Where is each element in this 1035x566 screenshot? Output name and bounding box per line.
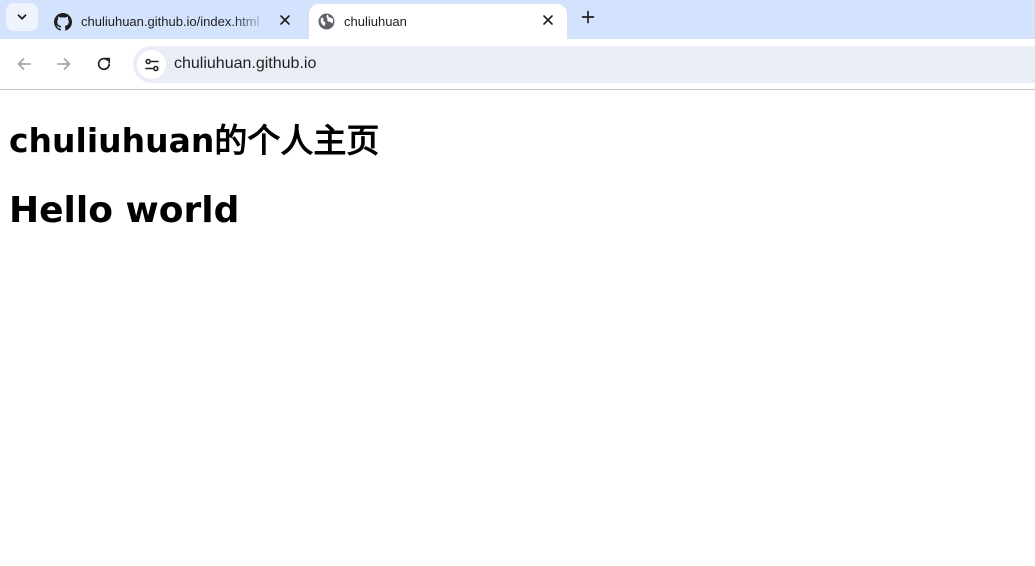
tune-icon — [144, 58, 159, 71]
back-button[interactable] — [12, 52, 36, 76]
tab-title: chuliuhuan.github.io/index.html — [81, 14, 260, 29]
close-icon[interactable] — [276, 11, 294, 29]
forward-button[interactable] — [52, 52, 76, 76]
plus-icon — [581, 10, 595, 24]
address-bar[interactable]: chuliuhuan.github.io — [133, 46, 1035, 83]
page-heading: chuliuhuan的个人主页 — [9, 121, 380, 160]
tab-github[interactable]: chuliuhuan.github.io/index.html — [46, 4, 304, 39]
tab-search-button[interactable] — [6, 3, 38, 31]
browser-toolbar: chuliuhuan.github.io — [0, 39, 1035, 90]
new-tab-button[interactable] — [576, 5, 600, 29]
github-icon — [54, 12, 72, 31]
globe-icon — [317, 13, 335, 31]
arrow-right-icon — [57, 58, 71, 70]
page-subheading: Hello world — [9, 190, 240, 231]
site-info-button[interactable] — [137, 50, 166, 79]
tab-title: chuliuhuan — [344, 14, 407, 29]
page-content: chuliuhuan的个人主页 Hello world — [9, 91, 379, 231]
reload-icon — [97, 57, 111, 71]
arrow-left-icon — [17, 58, 31, 70]
close-icon[interactable] — [539, 11, 557, 29]
tab-strip: chuliuhuan.github.io/index.html chuliuhu… — [0, 0, 1035, 39]
chevron-down-icon — [17, 14, 27, 20]
tab-chuliuhuan[interactable]: chuliuhuan — [309, 4, 567, 39]
url-text[interactable]: chuliuhuan.github.io — [174, 55, 316, 73]
reload-button[interactable] — [92, 52, 116, 76]
